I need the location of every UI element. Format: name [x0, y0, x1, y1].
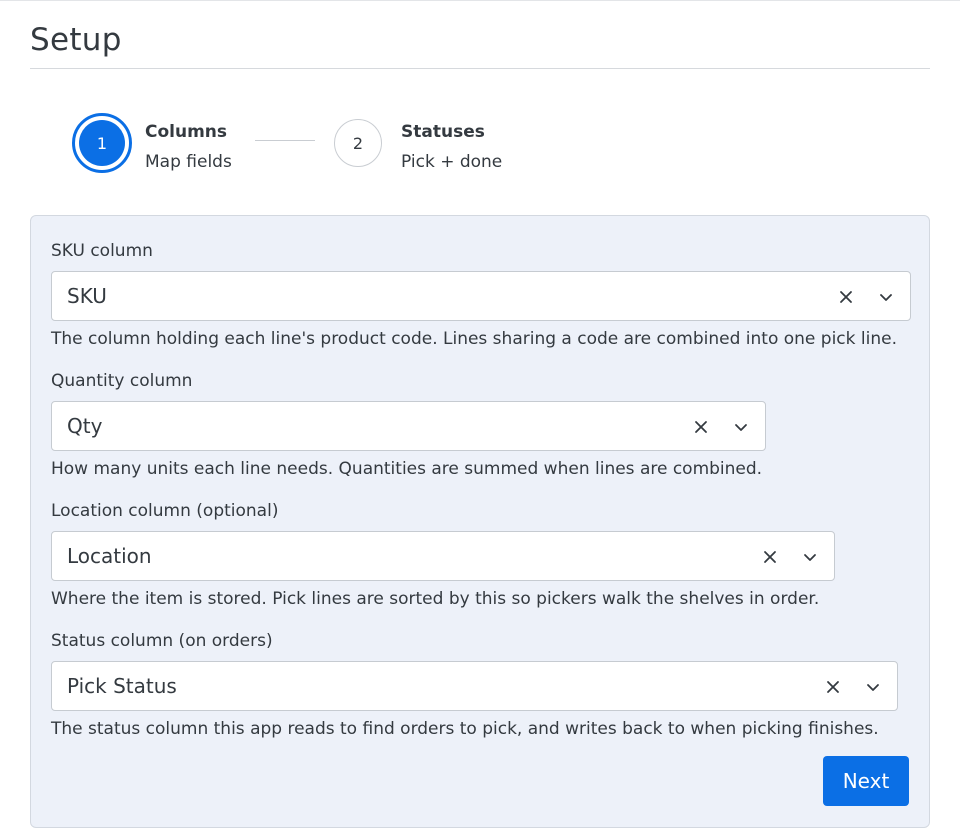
step-2-subtitle: Pick + done [401, 152, 503, 172]
status-column-help: The status column this app reads to find… [51, 719, 879, 739]
top-border [0, 0, 960, 1]
status-column-select[interactable]: Pick Status [51, 661, 898, 711]
status-column-label: Status column (on orders) [51, 631, 273, 651]
column-mapping-panel: SKU column SKU The column holding each l… [30, 215, 930, 828]
chevron-down-icon[interactable] [861, 675, 885, 699]
close-icon[interactable] [689, 415, 713, 439]
sku-column-help: The column holding each line's product c… [51, 329, 897, 349]
chevron-down-icon[interactable] [874, 285, 898, 309]
location-column-label: Location column (optional) [51, 501, 279, 521]
step-1-subtitle: Map fields [145, 152, 232, 172]
step-connector [255, 140, 315, 141]
quantity-column-help: How many units each line needs. Quantiti… [51, 459, 763, 479]
close-icon[interactable] [758, 545, 782, 569]
sku-column-value: SKU [67, 284, 107, 308]
quantity-column-select[interactable]: Qty [51, 401, 766, 451]
close-icon[interactable] [821, 675, 845, 699]
quantity-column-label: Quantity column [51, 371, 193, 391]
next-button[interactable]: Next [823, 756, 909, 806]
location-column-value: Location [67, 544, 152, 568]
page-title: Setup [30, 22, 122, 58]
sku-column-select[interactable]: SKU [51, 271, 911, 321]
location-column-select[interactable]: Location [51, 531, 835, 581]
quantity-column-value: Qty [67, 414, 103, 438]
chevron-down-icon[interactable] [729, 415, 753, 439]
step-1-number: 1 [79, 120, 125, 166]
chevron-down-icon[interactable] [798, 545, 822, 569]
step-1-indicator[interactable]: 1 [72, 113, 132, 173]
close-icon[interactable] [834, 285, 858, 309]
step-1-title: Columns [145, 122, 228, 142]
location-column-help: Where the item is stored. Pick lines are… [51, 589, 820, 609]
step-2-title: Statuses [401, 122, 485, 142]
sku-column-label: SKU column [51, 241, 153, 261]
status-column-value: Pick Status [67, 674, 177, 698]
title-divider [30, 68, 930, 69]
step-2-indicator[interactable]: 2 [334, 119, 382, 167]
